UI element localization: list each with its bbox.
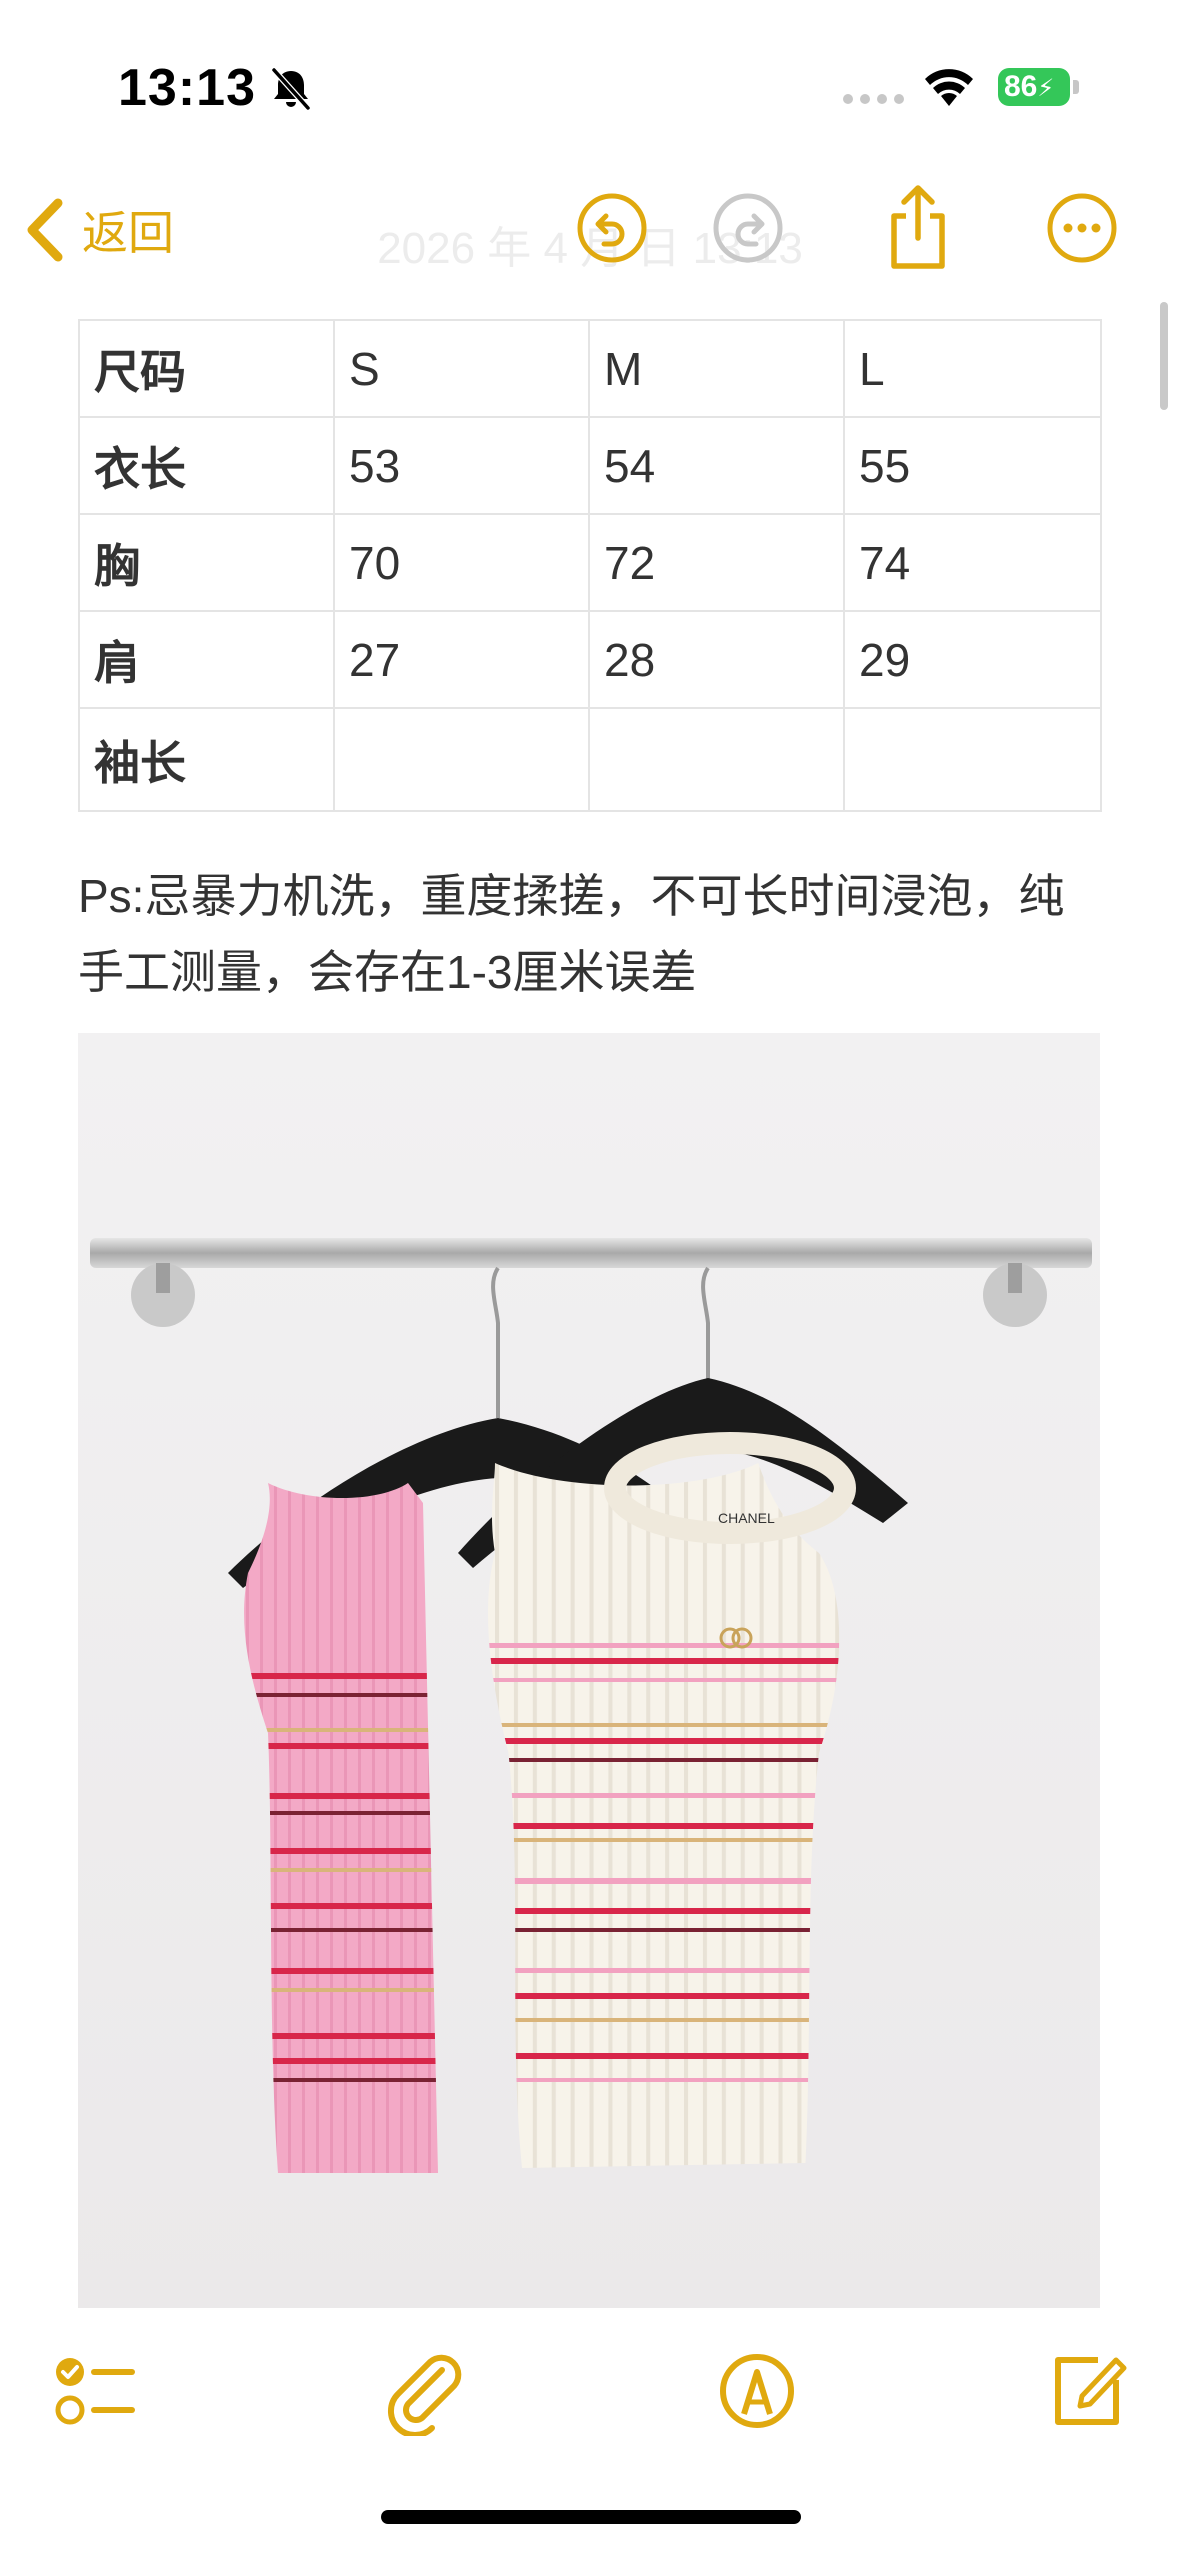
table-cell[interactable]: [333, 707, 590, 812]
battery-tip: [1073, 80, 1079, 94]
status-bar: 13:13 86⚡: [0, 0, 1179, 170]
product-photo[interactable]: CHANEL: [78, 1033, 1100, 2308]
back-label: 返回: [82, 207, 174, 259]
checklist-icon[interactable]: [48, 2346, 138, 2436]
markup-pen-icon[interactable]: [712, 2346, 802, 2436]
table-cell[interactable]: 55: [843, 416, 1102, 515]
redo-icon[interactable]: [710, 190, 786, 266]
table-cell[interactable]: 29: [843, 610, 1102, 709]
note-body-text[interactable]: Ps:忌暴力机洗，重度揉搓，不可长时间浸泡，纯手工测量，会存在1-3厘米误差: [78, 858, 1108, 1010]
tank-tops-illustration: CHANEL: [78, 1033, 1100, 2308]
table-cell[interactable]: S: [333, 319, 590, 418]
nav-bar: 返回 2026 年 4 月 日 13:13: [0, 170, 1179, 290]
paperclip-icon[interactable]: [380, 2346, 470, 2436]
table-cell[interactable]: L: [843, 319, 1102, 418]
table-cell[interactable]: 53: [333, 416, 590, 515]
table-cell[interactable]: [588, 707, 845, 812]
table-row: 肩 27 28 29: [78, 610, 1102, 709]
table-cell[interactable]: 尺码: [78, 319, 335, 418]
table-row: 胸 70 72 74: [78, 513, 1102, 612]
more-icon[interactable]: [1044, 190, 1120, 266]
table-cell[interactable]: 74: [843, 513, 1102, 612]
table-cell[interactable]: 28: [588, 610, 845, 709]
share-icon[interactable]: [880, 182, 956, 272]
size-table: 尺码 S M L 衣长 53 54 55 胸 70 72 74 肩 27 28 …: [78, 319, 1102, 812]
brand-label: CHANEL: [718, 1510, 775, 1526]
cellular-signal-icon: [843, 94, 905, 106]
battery-level: 86: [1004, 70, 1038, 103]
wifi-icon: [925, 69, 973, 106]
table-cell[interactable]: 72: [588, 513, 845, 612]
table-cell[interactable]: 70: [333, 513, 590, 612]
back-button[interactable]: 返回: [22, 192, 174, 268]
status-time: 13:13: [118, 59, 256, 117]
table-cell[interactable]: [843, 707, 1102, 812]
undo-icon[interactable]: [574, 190, 650, 266]
battery-charging-icon: 86⚡: [998, 68, 1070, 106]
compose-icon[interactable]: [1040, 2346, 1130, 2436]
table-cell[interactable]: M: [588, 319, 845, 418]
table-row: 尺码 S M L: [78, 319, 1102, 418]
chevron-left-icon: [27, 198, 63, 262]
table-row: 衣长 53 54 55: [78, 416, 1102, 515]
table-cell[interactable]: 袖长: [78, 707, 335, 812]
table-cell[interactable]: 胸: [78, 513, 335, 612]
table-cell[interactable]: 衣长: [78, 416, 335, 515]
scrollbar-thumb[interactable]: [1160, 302, 1168, 410]
table-cell[interactable]: 27: [333, 610, 590, 709]
table-row: 袖长: [78, 707, 1102, 812]
table-cell[interactable]: 肩: [78, 610, 335, 709]
bell-slash-icon: [271, 67, 311, 111]
table-cell[interactable]: 54: [588, 416, 845, 515]
home-indicator[interactable]: [381, 2510, 801, 2524]
